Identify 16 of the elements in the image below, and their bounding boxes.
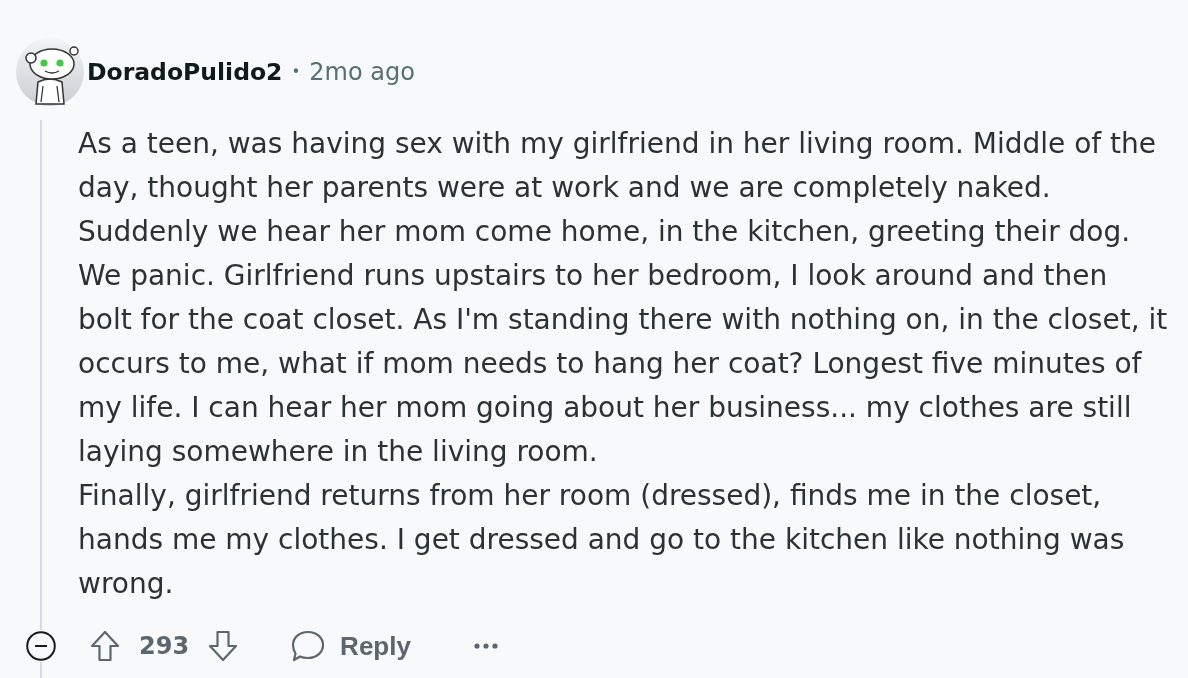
vote-count: 293 bbox=[139, 631, 190, 662]
comment-icon bbox=[291, 630, 326, 662]
separator-dot: • bbox=[291, 63, 301, 81]
downvote-icon bbox=[208, 630, 239, 662]
timestamp: 2mo ago bbox=[309, 58, 415, 86]
comment-text: As a teen, was having sex with my girlfriend in her living room. Middle of the day, thought her parents were at work and we are completely naked. Suddenly we hear her mom come home, in the kitchen, greeting their dog. We panic. Girlfriend runs upstairs to her bedroom, I look around and then bolt for the coat closet. As I'm standing there with nothing on, in the closet, it occurs to me, what if mom needs to hang her coat? Longest five minutes of my life. I can hear her mom going about her business... my clothes are still laying somewhere in the living room. bbox=[78, 126, 1168, 470]
upvote-button[interactable] bbox=[89, 629, 121, 663]
more-icon bbox=[473, 643, 498, 649]
comment-text: Finally, girlfriend returns from her room (dressed), finds me in the closet, hands me my clothes. I get dressed and go to the kitchen like nothing was wrong. bbox=[78, 478, 1126, 602]
upvote-icon bbox=[90, 630, 120, 662]
avatar bbox=[16, 38, 84, 106]
username-link[interactable]: DoradoPulido2 bbox=[87, 58, 283, 86]
downvote-button[interactable] bbox=[207, 629, 240, 663]
collapse-icon bbox=[26, 631, 56, 661]
collapse-button[interactable] bbox=[25, 630, 57, 662]
reply-button[interactable]: Reply bbox=[281, 629, 421, 663]
